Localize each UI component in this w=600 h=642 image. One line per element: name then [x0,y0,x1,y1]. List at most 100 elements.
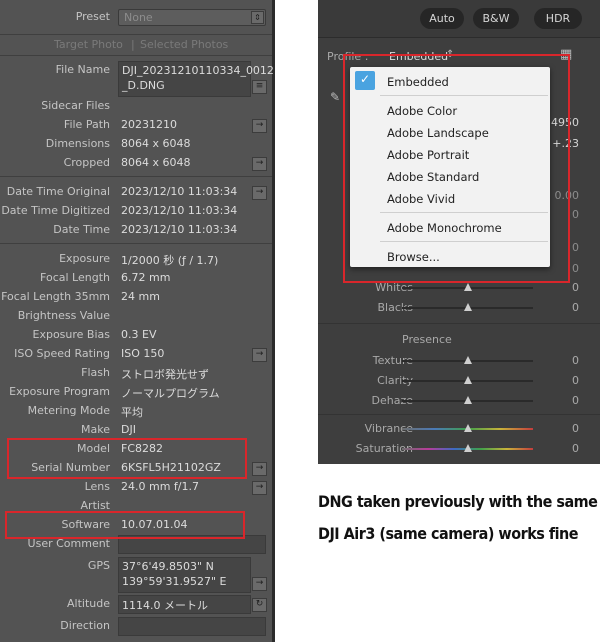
eyedropper-icon[interactable]: ✎ [330,90,340,104]
label-gps: GPS [87,559,110,572]
go-arrow-icon[interactable]: → [252,157,267,171]
row-iso: ISO Speed Rating ISO 150 → [0,345,272,364]
bw-button[interactable]: B&W [473,8,519,29]
value-texture: 0 [572,354,579,367]
section-presence: Presence [402,333,452,346]
go-arrow-icon[interactable]: → [252,462,267,476]
row-metering-mode: Metering Mode 平均 [0,402,272,421]
slider-clarity[interactable]: Clarity 0 [318,371,600,391]
go-arrow-icon[interactable]: → [252,186,267,200]
label-metering-mode: Metering Mode [27,404,110,417]
value-whites: 0 [572,281,579,294]
row-gps: GPS 37°6'49.8503" N 139°59'31.9527" E → [0,557,272,593]
label-file-name: File Name [55,63,110,76]
row-lens: Lens 24.0 mm f/1.7 → [0,478,272,497]
refresh-icon[interactable]: ↻ [252,598,267,612]
slider-thumb[interactable] [464,376,472,384]
value-focal-length: 6.72 mm [121,271,171,284]
value-clarity: 0 [572,374,579,387]
slider-thumb[interactable] [464,283,472,291]
label-date-time-original: Date Time Original [6,185,110,198]
row-date-time-original: Date Time Original 2023/12/10 11:03:34 → [0,183,272,202]
value-exposure-bias: 0.3 EV [121,328,157,341]
value-dimensions: 8064 x 6048 [121,137,191,150]
hidden-value-3: 0 [572,241,579,254]
label-flash: Flash [81,366,110,379]
slider-thumb[interactable] [464,303,472,311]
target-tabs: Target Photo | Selected Photos [54,38,229,51]
go-arrow-icon[interactable]: → [252,119,267,133]
label-lens: Lens [84,480,110,493]
go-arrow-icon[interactable]: → [252,577,267,591]
panel-edge [272,0,275,642]
direction-field[interactable] [118,617,266,636]
slider-saturation[interactable]: Saturation 0 [318,439,600,459]
slider-thumb[interactable] [464,396,472,404]
row-date-time-digitized: Date Time Digitized 2023/12/10 11:03:34 [0,202,272,221]
slider-dehaze[interactable]: Dehaze 0 [318,391,600,411]
label-exposure: Exposure [59,252,110,265]
hdr-button[interactable]: HDR [534,8,582,29]
label-focal-length: Focal Length [40,271,110,284]
row-date-time: Date Time 2023/12/10 11:03:34 [0,221,272,240]
label-cropped: Cropped [63,156,110,169]
value-saturation: 0 [572,442,579,455]
row-focal-length-35mm: Focal Length 35mm 24 mm [0,288,272,307]
hidden-value-4: 0 [572,262,579,275]
label-brightness-value: Brightness Value [17,309,110,322]
slider-thumb[interactable] [464,356,472,364]
value-vibrance: 0 [572,422,579,435]
row-exposure: Exposure 1/2000 秒 (ƒ / 1.7) [0,250,272,269]
slider-blacks[interactable]: Blacks 0 [318,298,600,318]
tab-target-photo[interactable]: Target Photo [54,38,123,51]
slider-texture[interactable]: Texture 0 [318,351,600,371]
row-cropped: Cropped 8064 x 6048 → [0,154,272,173]
row-file-name: File Name DJI_20231210110334_0012 _D.DNG… [0,61,274,97]
label-exposure-bias: Exposure Bias [32,328,111,341]
slider-thumb[interactable] [464,444,472,452]
row-altitude: Altitude 1114.0 メートル ↻ [0,595,272,614]
highlight-box-software [5,511,245,539]
altitude-field[interactable]: 1114.0 メートル [118,595,251,614]
slider-vibrance[interactable]: Vibrance 0 [318,419,600,439]
caption-line-2: DJI Air3 (same camera) works fine [318,524,579,543]
auto-button[interactable]: Auto [420,8,464,29]
highlight-box-profile [343,54,570,283]
slider-thumb[interactable] [464,424,472,432]
preset-value: None [124,11,153,24]
row-exposure-program: Exposure Program ノーマルプログラム [0,383,272,402]
metadata-panel: Preset None ⇕ Target Photo | Selected Ph… [0,0,275,642]
go-arrow-icon[interactable]: → [252,481,267,495]
highlight-box-model-serial [7,438,247,479]
label-dimensions: Dimensions [45,137,110,150]
value-date-time-original: 2023/12/10 11:03:34 [121,185,238,198]
value-dehaze: 0 [572,394,579,407]
file-name-field[interactable]: DJI_20231210110334_0012 _D.DNG [118,61,274,97]
value-date-time: 2023/12/10 11:03:34 [121,223,238,236]
value-iso: ISO 150 [121,347,165,360]
row-file-path: File Path 20231210 → [0,116,272,135]
preset-dropdown[interactable]: None ⇕ [118,9,266,26]
label-altitude: Altitude [67,597,110,610]
list-icon[interactable]: ≡ [252,80,267,94]
tab-selected-photos[interactable]: Selected Photos [140,38,228,51]
label-direction: Direction [60,619,110,632]
value-make: DJI [121,423,136,436]
row-sidecar: Sidecar Files [0,97,272,116]
altitude-value: 1114.0 メートル [122,599,208,612]
value-exposure: 1/2000 秒 (ƒ / 1.7) [121,254,219,267]
dropdown-arrows-icon: ⇕ [251,11,264,24]
value-focal-length-35mm: 24 mm [121,290,160,303]
value-lens: 24.0 mm f/1.7 [121,480,199,493]
label-focal-length-35mm: Focal Length 35mm [1,290,110,303]
row-direction: Direction [0,617,272,636]
value-file-path: 20231210 [121,118,177,131]
value-flash: ストロボ発光せず [121,368,209,381]
go-arrow-icon[interactable]: → [252,348,267,362]
row-brightness: Brightness Value [0,307,272,326]
label-file-path: File Path [63,118,110,131]
preset-label: Preset [75,10,110,23]
row-focal-length: Focal Length 6.72 mm [0,269,272,288]
gps-field[interactable]: 37°6'49.8503" N 139°59'31.9527" E [118,557,251,593]
preset-row: Preset None ⇕ [0,8,272,27]
